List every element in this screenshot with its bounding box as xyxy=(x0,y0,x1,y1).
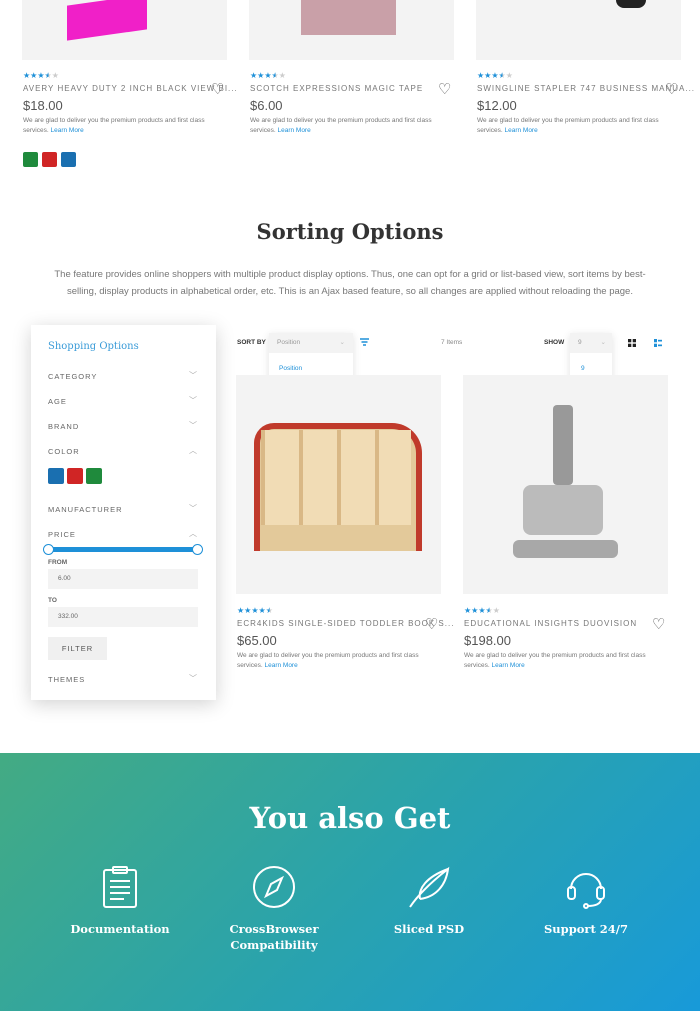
also-title: You also Get xyxy=(249,801,451,835)
product-description: We are glad to deliver you the premium p… xyxy=(464,652,646,669)
color-swatch[interactable] xyxy=(42,152,57,167)
filter-brand[interactable]: Brand ﹀ xyxy=(48,421,198,431)
feather-icon xyxy=(354,865,504,911)
rating-stars: ★★★★★ xyxy=(250,71,286,80)
show-label: Show xyxy=(544,339,565,346)
chevron-down-icon: ﹀ xyxy=(189,371,198,380)
shopping-options-sidebar: Shopping Options Category ﹀ Age ﹀ Brand ﹀ Colo… xyxy=(31,325,216,700)
headset-icon xyxy=(511,865,661,911)
product-description: We are glad to deliver you the premium p… xyxy=(23,117,205,134)
product-image[interactable] xyxy=(22,0,227,60)
learn-more-link[interactable]: Learn More xyxy=(264,662,297,669)
feature-item: Documentation xyxy=(45,865,195,937)
filter-button[interactable]: Filter xyxy=(48,637,107,660)
price-slider[interactable] xyxy=(43,544,203,555)
wishlist-heart-icon[interactable]: ♡ xyxy=(665,80,678,98)
to-label: To xyxy=(48,597,57,604)
show-option[interactable]: 9 xyxy=(581,362,588,375)
wishlist-heart-icon[interactable]: ♡ xyxy=(211,80,224,98)
filter-themes[interactable]: Themes ﹀ xyxy=(48,674,198,684)
chevron-up-icon: ︿ xyxy=(189,446,198,455)
item-count: 7 Items xyxy=(441,339,463,346)
from-input[interactable]: 6.00 xyxy=(48,569,198,589)
chevron-down-icon: ﹀ xyxy=(189,504,198,513)
sort-select[interactable]: Position ⌄ xyxy=(269,333,353,353)
feature-item: Support 24/7 xyxy=(511,865,661,937)
learn-more-link[interactable]: Learn More xyxy=(50,127,83,134)
filter-color[interactable]: Color ︿ xyxy=(48,446,198,456)
wishlist-heart-icon[interactable]: ♡ xyxy=(652,615,665,633)
feature-label: Sliced PSD xyxy=(393,922,465,936)
product-image[interactable] xyxy=(249,0,454,60)
product-description: We are glad to deliver you the premium p… xyxy=(477,117,659,134)
product-title[interactable]: ECR4Kids Single-Sided Toddler Book S... xyxy=(237,619,454,628)
sort-option[interactable]: Position xyxy=(279,362,321,375)
slider-handle-max[interactable] xyxy=(192,544,203,555)
chevron-up-icon: ︿ xyxy=(189,529,198,538)
color-swatch[interactable] xyxy=(23,152,38,167)
sorting-title: Sorting Options xyxy=(256,219,444,244)
grid-view-icon[interactable] xyxy=(628,339,636,347)
chevron-down-icon: ﹀ xyxy=(189,396,198,405)
filter-category[interactable]: Category ﹀ xyxy=(48,371,198,381)
sidebar-title: Shopping Options xyxy=(48,341,139,352)
learn-more-link[interactable]: Learn More xyxy=(277,127,310,134)
product-image[interactable] xyxy=(236,375,441,594)
product-price: $12.00 xyxy=(477,98,517,113)
from-label: From xyxy=(48,559,68,566)
chevron-down-icon: ﹀ xyxy=(189,421,198,430)
feature-item: Sliced PSD xyxy=(354,865,504,937)
color-swatch[interactable] xyxy=(48,468,64,484)
clipboard-icon xyxy=(45,865,195,911)
feature-item: CrossBrowser Compatibility xyxy=(199,865,349,953)
color-swatch[interactable] xyxy=(67,468,83,484)
rating-stars: ★★★★★ xyxy=(23,71,59,80)
learn-more-link[interactable]: Learn More xyxy=(491,662,524,669)
color-swatch[interactable] xyxy=(61,152,76,167)
feature-label: Documentation xyxy=(70,922,170,936)
product-price: $65.00 xyxy=(237,633,277,648)
product-title[interactable]: Avery Heavy Duty 2 Inch Black View Bi... xyxy=(23,84,238,93)
product-price: $18.00 xyxy=(23,98,63,113)
chevron-down-icon: ⌄ xyxy=(600,339,606,346)
filter-manufacturer[interactable]: Manufacturer ﹀ xyxy=(48,504,198,514)
chevron-down-icon: ⌄ xyxy=(339,339,345,346)
rating-stars: ★★★★★ xyxy=(477,71,513,80)
compass-icon xyxy=(199,865,349,911)
product-description: We are glad to deliver you the premium p… xyxy=(237,652,419,669)
rating-stars: ★★★★★ xyxy=(237,606,273,615)
product-image[interactable] xyxy=(476,0,681,60)
product-title[interactable]: Swingline Stapler 747 Business Manua... xyxy=(477,84,695,93)
sort-direction-icon[interactable] xyxy=(360,338,369,347)
product-title[interactable]: Scotch Expressions Magic Tape xyxy=(250,84,423,93)
color-swatch[interactable] xyxy=(86,468,102,484)
product-price: $6.00 xyxy=(250,98,283,113)
wishlist-heart-icon[interactable]: ♡ xyxy=(425,615,438,633)
filter-price[interactable]: Price ︿ xyxy=(48,529,198,539)
to-input[interactable]: 332.00 xyxy=(48,607,198,627)
sort-by-label: Sort By xyxy=(237,339,266,346)
product-image[interactable] xyxy=(463,375,668,594)
sorting-description: The feature provides online shoppers wit… xyxy=(54,269,646,297)
product-title[interactable]: Educational Insights DuoVision xyxy=(464,619,637,628)
slider-handle-min[interactable] xyxy=(43,544,54,555)
list-view-icon[interactable] xyxy=(654,339,662,347)
feature-label: CrossBrowser Compatibility xyxy=(229,922,319,952)
show-select[interactable]: 9 ⌄ xyxy=(570,333,612,353)
product-description: We are glad to deliver you the premium p… xyxy=(250,117,432,134)
wishlist-heart-icon[interactable]: ♡ xyxy=(438,80,451,98)
rating-stars: ★★★★★ xyxy=(464,606,500,615)
chevron-down-icon: ﹀ xyxy=(189,674,198,683)
learn-more-link[interactable]: Learn More xyxy=(504,127,537,134)
feature-label: Support 24/7 xyxy=(544,922,628,936)
filter-age[interactable]: Age ﹀ xyxy=(48,396,198,406)
product-price: $198.00 xyxy=(464,633,511,648)
